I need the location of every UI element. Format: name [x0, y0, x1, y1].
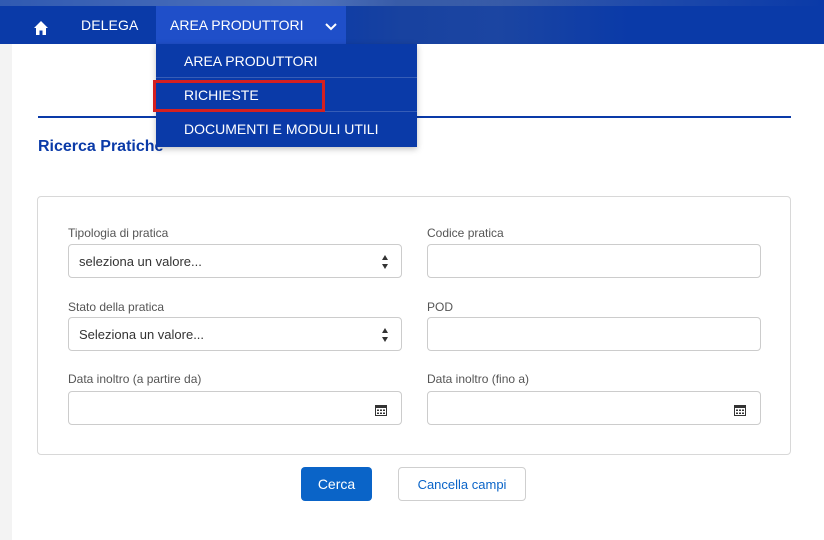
dropdown-item-label: RICHIESTE [184, 87, 259, 103]
select-arrows-icon [381, 254, 389, 270]
nav-area-produttori-label: AREA PRODUTTORI [170, 17, 304, 33]
calendar-icon[interactable] [734, 403, 746, 416]
data-a-input[interactable] [427, 391, 761, 425]
tipologia-value: seleziona un valore... [79, 254, 202, 269]
search-panel: Tipologia di pratica seleziona un valore… [37, 196, 791, 455]
calendar-icon[interactable] [375, 403, 387, 416]
nav-area-produttori[interactable]: AREA PRODUTTORI [156, 6, 346, 44]
chevron-down-icon [324, 19, 338, 33]
tipologia-select[interactable]: seleziona un valore... [68, 244, 402, 278]
nav-delega[interactable]: DELEGA [81, 17, 138, 33]
dropdown-item-area-produttori[interactable]: AREA PRODUTTORI [156, 44, 417, 78]
stato-select[interactable]: Seleziona un valore... [68, 317, 402, 351]
data-da-label: Data inoltro (a partire da) [68, 372, 202, 386]
page-title: Ricerca Pratiche [38, 138, 164, 155]
dropdown-item-label: DOCUMENTI E MODULI UTILI [184, 121, 379, 137]
cancella-campi-button[interactable]: Cancella campi [398, 467, 526, 501]
home-icon[interactable] [30, 17, 52, 39]
pod-label: POD [427, 300, 454, 314]
dropdown-item-label: AREA PRODUTTORI [184, 53, 318, 69]
codice-label: Codice pratica [427, 226, 504, 240]
codice-input[interactable] [427, 244, 761, 278]
page: DELEGA AREA PRODUTTORI AREA PRODUTTORI R… [0, 0, 824, 540]
dropdown-item-richieste[interactable]: RICHIESTE [156, 78, 417, 112]
data-da-input[interactable] [68, 391, 402, 425]
dropdown-item-documenti[interactable]: DOCUMENTI E MODULI UTILI [156, 112, 417, 146]
pod-input[interactable] [427, 317, 761, 351]
header-texture [300, 0, 630, 44]
select-arrows-icon [381, 327, 389, 343]
stato-value: Seleziona un valore... [79, 327, 205, 342]
cerca-button-label: Cerca [317, 476, 356, 492]
tipologia-label: Tipologia di pratica [68, 226, 169, 240]
cerca-button[interactable]: Cerca [301, 467, 372, 501]
area-produttori-dropdown: AREA PRODUTTORI RICHIESTE DOCUMENTI E MO… [156, 44, 417, 147]
stato-label: Stato della pratica [68, 300, 165, 314]
data-a-label: Data inoltro (fino a) [427, 372, 530, 386]
cancella-campi-label: Cancella campi [417, 477, 507, 492]
left-edge [0, 0, 12, 540]
